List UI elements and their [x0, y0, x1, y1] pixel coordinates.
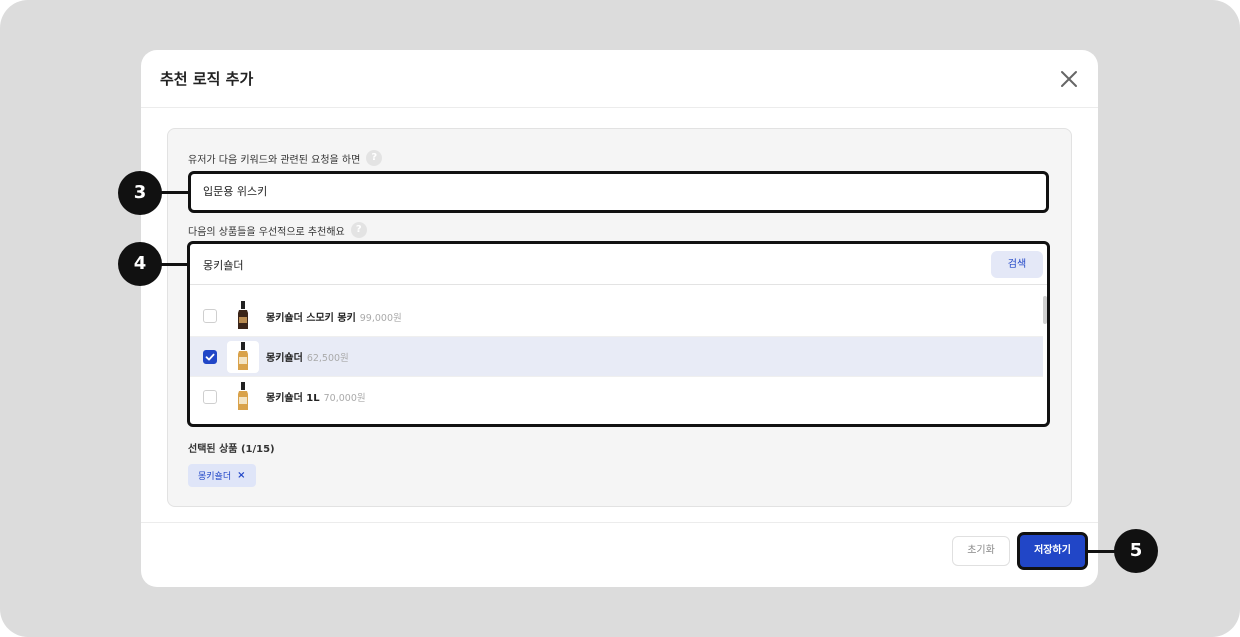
result-checkbox[interactable]	[203, 389, 217, 404]
result-row[interactable]: 몽키숄더 62,500원	[190, 336, 1043, 376]
product-thumbnail	[227, 381, 259, 413]
close-icon	[1061, 71, 1077, 87]
product-thumbnail	[227, 300, 259, 332]
search-row: 몽키숄더 검색	[190, 244, 1047, 285]
callout-connector	[160, 191, 190, 194]
selected-product-chip: 몽키숄더 ×	[188, 464, 256, 487]
product-price: 70,000원	[323, 393, 366, 404]
product-name: 몽키숄더 1L 70,000원	[266, 389, 366, 404]
save-button[interactable]: 저장하기	[1017, 532, 1088, 570]
results-scrollbar[interactable]	[1043, 296, 1047, 324]
help-icon[interactable]: ?	[350, 222, 367, 238]
callout-connector	[160, 263, 190, 266]
callout-badge-save: 5	[1114, 529, 1158, 573]
search-button[interactable]: 검색	[991, 251, 1043, 278]
products-label-text: 다음의 상품들을 우선적으로 추천해요	[188, 226, 345, 238]
footer-divider	[141, 522, 1098, 523]
product-name-text: 몽키숄더 스모키 몽키	[266, 312, 356, 324]
selected-products-label: 선택된 상품 (1/15)	[188, 440, 275, 455]
product-price: 62,500원	[306, 353, 349, 364]
product-name: 몽키숄더 스모키 몽키 99,000원	[266, 309, 402, 324]
keyword-label: 유저가 다음 키워드와 관련된 요청을 하면 ?	[188, 150, 383, 166]
keyword-label-text: 유저가 다음 키워드와 관련된 요청을 하면	[188, 154, 361, 166]
search-results-list: 몽키숄더 스모키 몽키 99,000원 몽키숄더 62,500원 몽키숄더 1L…	[190, 296, 1043, 416]
product-name: 몽키숄더 62,500원	[266, 349, 349, 364]
product-search-box: 몽키숄더 검색 몽키숄더 스모키 몽키 99,000원 몽키숄더 62,500원…	[187, 241, 1050, 427]
selected-products-label-text: 선택된 상품 (1/15)	[188, 444, 275, 455]
callout-badge-products: 4	[118, 242, 162, 286]
keyword-input[interactable]: 입문용 위스키	[188, 171, 1049, 213]
bottle-icon	[238, 382, 248, 410]
callout-badge-keyword: 3	[118, 171, 162, 215]
reset-button[interactable]: 초기화	[952, 536, 1010, 566]
chip-remove-icon[interactable]: ×	[237, 470, 245, 481]
product-name-text: 몽키숄더	[266, 353, 303, 364]
bottle-icon	[238, 342, 248, 370]
callout-connector	[1086, 550, 1116, 553]
result-row[interactable]: 몽키숄더 스모키 몽키 99,000원	[190, 296, 1043, 336]
product-price: 99,000원	[359, 312, 402, 324]
check-icon	[205, 353, 215, 360]
product-name-text: 몽키숄더 1L	[266, 393, 320, 404]
products-label: 다음의 상품들을 우선적으로 추천해요 ?	[188, 222, 367, 238]
modal-header: 추천 로직 추가	[141, 50, 1098, 108]
chip-label: 몽키숄더	[198, 472, 232, 482]
result-row[interactable]: 몽키숄더 1L 70,000원	[190, 376, 1043, 416]
product-thumbnail	[227, 341, 259, 373]
close-button[interactable]	[1056, 66, 1082, 92]
product-search-input[interactable]: 몽키숄더	[203, 257, 243, 273]
result-checkbox[interactable]	[203, 309, 217, 323]
bottle-icon	[238, 301, 248, 329]
result-checkbox[interactable]	[203, 349, 217, 364]
help-icon[interactable]: ?	[366, 150, 383, 166]
modal-title: 추천 로직 추가	[160, 70, 254, 88]
